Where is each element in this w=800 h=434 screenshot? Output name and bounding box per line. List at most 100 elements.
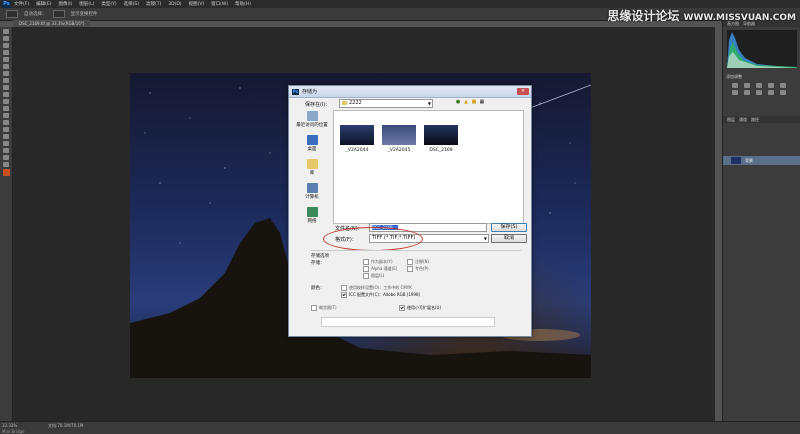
vibrance-icon[interactable] [780,83,786,88]
close-button[interactable]: × [517,88,529,95]
show-transform-label[interactable]: 显示变换控件 [71,11,98,17]
checkbox[interactable] [407,266,413,272]
quick-select-icon[interactable] [3,50,9,55]
format-dropdown[interactable]: TIFF (*.TIF;*.TIFF) ▼ [369,234,489,243]
lasso-icon[interactable] [3,43,9,48]
brush-icon[interactable] [3,78,9,83]
eyedropper-icon[interactable] [3,64,9,69]
up-folder-icon[interactable]: ▲ [463,99,469,105]
checkbox-layers[interactable]: 图层(L) [363,273,384,279]
checkbox-as-copy[interactable]: 作为副本(Y) [363,259,393,265]
foreground-color-icon[interactable] [2,169,10,176]
save-options-title: 存储选项 [311,254,329,259]
auto-select-label[interactable]: 自动选择： [24,11,47,17]
place-recent[interactable]: 最近访问的位置 [291,111,333,134]
eraser-icon[interactable] [3,99,9,104]
hand-icon[interactable] [3,155,9,160]
tab-paths[interactable]: 路径 [751,117,759,123]
mini-bridge-tab[interactable]: Mini Bridge [2,429,25,434]
menu-3d[interactable]: 3D(D) [168,2,181,7]
zoom-icon[interactable] [3,162,9,167]
path-select-icon[interactable] [3,141,9,146]
levels-icon[interactable] [744,83,750,88]
menu-type[interactable]: 类型(Y) [101,1,116,7]
pen-icon[interactable] [3,127,9,132]
auto-select-dropdown[interactable] [52,10,65,18]
gradient-icon[interactable] [3,106,9,111]
file-item[interactable]: _V2A2044 [338,125,376,153]
menu-select[interactable]: 选择(S) [124,1,139,7]
checkbox[interactable] [407,259,413,265]
menu-image[interactable]: 图像(I) [58,1,72,7]
place-network[interactable]: 网络 [291,207,333,230]
watermark-cn: 思缘设计论坛 [607,9,680,23]
shape-icon[interactable] [3,148,9,153]
exposure-icon[interactable] [768,83,774,88]
place-computer[interactable]: 计算机 [291,183,333,206]
file-thumbnail [424,125,458,145]
tab-channels[interactable]: 通道 [739,117,747,123]
checkbox-icc-profile[interactable]: ICC 配置文件(C)：Adobe RGB (1998) [341,292,420,298]
filename-value: DSC_2169 [372,225,398,230]
type-icon[interactable] [3,134,9,139]
menu-help[interactable]: 帮助(H) [235,1,251,7]
place-label: 计算机 [305,195,319,200]
dodge-icon[interactable] [3,120,9,125]
back-icon[interactable]: ● [455,99,461,105]
menu-view[interactable]: 视图(V) [189,1,205,7]
crop-icon[interactable] [3,57,9,62]
document-tab[interactable]: DSC_2169.tif @ 33.3%(RGB/16*) [13,20,91,27]
desktop-icon [306,135,318,145]
black-white-icon[interactable] [756,90,762,95]
checkbox-checked[interactable] [341,292,347,298]
layer-row-background[interactable]: 背景 [723,156,800,165]
brightness-icon[interactable] [732,83,738,88]
place-desktop[interactable]: 桌面 [291,135,333,158]
checkbox-checked[interactable] [399,305,405,311]
hue-saturation-icon[interactable] [732,90,738,95]
file-thumbnail [382,125,416,145]
menu-edit[interactable]: 编辑(E) [36,1,51,7]
menu-file[interactable]: 文件(F) [14,1,29,7]
save-button[interactable]: 保存(S) [491,223,527,232]
color-balance-icon[interactable] [744,90,750,95]
marquee-icon[interactable] [3,36,9,41]
dialog-titlebar[interactable]: Ps 存储为 × [289,86,531,98]
file-item[interactable]: _V2A2045 [380,125,418,153]
move-icon[interactable] [3,29,9,34]
place-libraries[interactable]: 库 [291,159,333,182]
curves-icon[interactable] [756,83,762,88]
layer-name: 背景 [745,158,753,163]
checkbox-proof-setup[interactable]: 使用校样设置(O)：工作中的 CMYK [341,285,412,291]
tab-layers[interactable]: 图层 [727,117,735,123]
checkbox[interactable] [363,266,369,272]
checkbox-spot[interactable]: 专色(P) [407,266,429,272]
cancel-button[interactable]: 取消 [491,234,527,243]
history-brush-icon[interactable] [3,92,9,97]
photo-filter-icon[interactable] [768,90,774,95]
blur-icon[interactable] [3,113,9,118]
healing-brush-icon[interactable] [3,71,9,76]
clone-stamp-icon[interactable] [3,85,9,90]
checkbox[interactable] [363,273,369,279]
checkbox[interactable] [311,305,317,311]
move-tool-icon[interactable] [6,10,18,18]
places-bar: 最近访问的位置 桌面 库 计算机 网络 [291,110,333,225]
checkbox[interactable] [341,285,347,291]
checkbox-notes[interactable]: 注释(N) [407,259,429,265]
file-item[interactable]: DSC_2169 [422,125,460,153]
menu-layer[interactable]: 图层(L) [79,1,94,7]
checkbox[interactable] [363,259,369,265]
save-options: 存储选项 存储： 作为副本(Y) 注释(N) Alpha 通道(E) 专色(P)… [311,250,521,331]
checkbox-lowercase-ext[interactable]: 使用小写扩展名(U) [399,305,441,311]
menu-filter[interactable]: 滤镜(T) [146,1,161,7]
new-folder-icon[interactable]: ■ [471,99,477,105]
filename-input[interactable]: DSC_2169 [369,223,487,232]
zoom-level[interactable]: 33.33% [2,423,17,428]
view-menu-icon[interactable]: ▦ [479,99,485,105]
save-in-dropdown[interactable]: 2222 ▼ [339,99,433,108]
checkbox-alpha[interactable]: Alpha 通道(E) [363,266,397,272]
channel-mixer-icon[interactable] [780,90,786,95]
checkbox-thumbnail[interactable]: 缩览图(T) [311,305,337,311]
menu-window[interactable]: 窗口(W) [211,1,228,7]
